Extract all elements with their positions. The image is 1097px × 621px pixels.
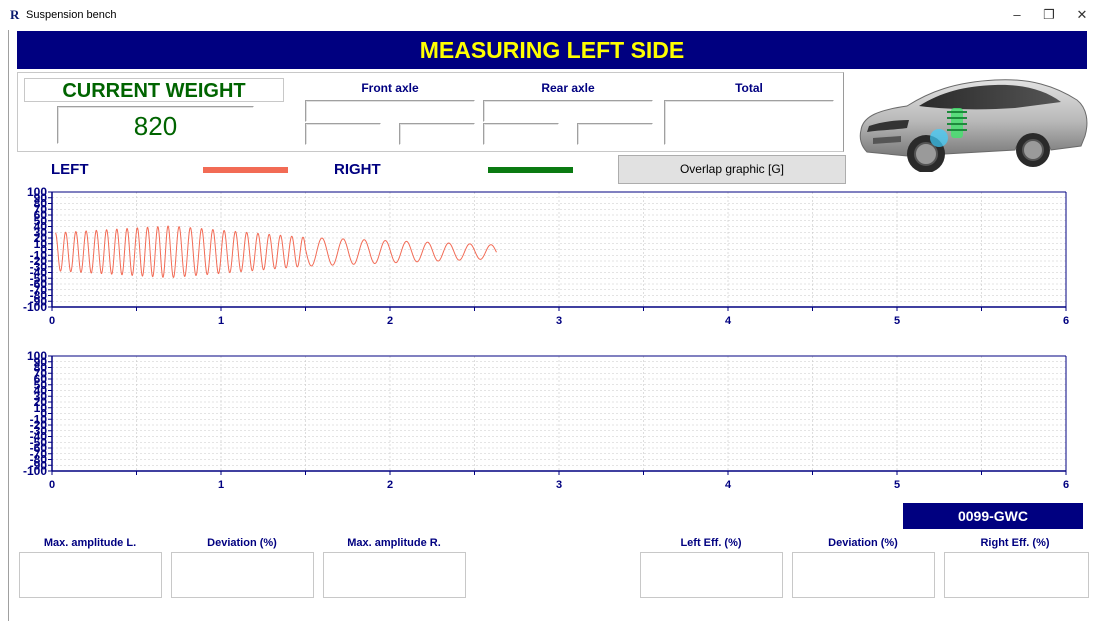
max-amplitude-right-label: Max. amplitude R. <box>347 537 441 549</box>
front-axle-label: Front axle <box>361 81 419 95</box>
y-tick-label: -100 <box>23 464 47 478</box>
deviation-right-label: Deviation (%) <box>828 537 898 549</box>
left-legend-label: LEFT <box>51 161 89 178</box>
max-amplitude-right-field <box>323 552 466 598</box>
deviation-left-field <box>171 552 314 598</box>
current-weight-label: CURRENT WEIGHT <box>24 78 284 102</box>
car-illustration <box>859 79 1088 172</box>
x-tick-label: 6 <box>1063 479 1069 491</box>
left-efficiency-label: Left Eff. (%) <box>680 537 742 549</box>
x-tick-label: 6 <box>1063 315 1069 327</box>
rear-axle-right-field <box>577 123 653 145</box>
rear-axle-total-field <box>483 100 653 122</box>
app-logo-icon: R <box>10 7 20 22</box>
overlap-graphic-button[interactable]: Overlap graphic [G] <box>618 155 846 184</box>
right-legend-swatch <box>488 167 573 173</box>
minimize-button[interactable]: – <box>1003 4 1031 26</box>
x-tick-label: 2 <box>387 315 393 327</box>
current-weight-value: 820 <box>57 106 254 144</box>
window-titlebar <box>0 0 1097 30</box>
y-tick-label: -100 <box>23 300 47 314</box>
close-button[interactable]: ✕ <box>1068 4 1096 26</box>
x-tick-label: 2 <box>387 479 393 491</box>
x-tick-label: 5 <box>894 479 900 491</box>
right-side-chart: 1009080706050403020100-10-20-30-40-50-60… <box>23 350 1069 491</box>
x-tick-label: 3 <box>556 315 562 327</box>
total-label: Total <box>735 81 763 95</box>
deviation-right-field <box>792 552 935 598</box>
x-tick-label: 4 <box>725 479 732 491</box>
license-plate-badge: 0099-GWC <box>903 503 1083 529</box>
max-amplitude-left-label: Max. amplitude L. <box>43 537 137 549</box>
rear-axle-left-field <box>483 123 559 145</box>
right-efficiency-label: Right Eff. (%) <box>980 537 1050 549</box>
x-tick-label: 0 <box>49 315 55 327</box>
x-tick-label: 4 <box>725 315 732 327</box>
page-title: MEASURING LEFT SIDE <box>17 31 1087 69</box>
total-field <box>664 100 834 145</box>
right-efficiency-field <box>944 552 1089 598</box>
x-tick-label: 1 <box>218 315 224 327</box>
front-axle-right-field <box>399 123 475 145</box>
front-axle-left-field <box>305 123 381 145</box>
x-tick-label: 1 <box>218 479 224 491</box>
rear-axle-label: Rear axle <box>541 81 595 95</box>
left-legend-swatch <box>203 167 288 173</box>
x-tick-label: 3 <box>556 479 562 491</box>
restore-button[interactable]: ❐ <box>1035 4 1063 26</box>
deviation-left-label: Deviation (%) <box>207 537 277 549</box>
max-amplitude-left-field <box>19 552 162 598</box>
left-efficiency-field <box>640 552 783 598</box>
left-side-chart: 1009080706050403020100-10-20-30-40-50-60… <box>23 186 1069 327</box>
x-tick-label: 0 <box>49 479 55 491</box>
right-legend-label: RIGHT <box>334 161 381 178</box>
window-title: Suspension bench <box>26 9 117 21</box>
front-axle-total-field <box>305 100 475 122</box>
x-tick-label: 5 <box>894 315 900 327</box>
